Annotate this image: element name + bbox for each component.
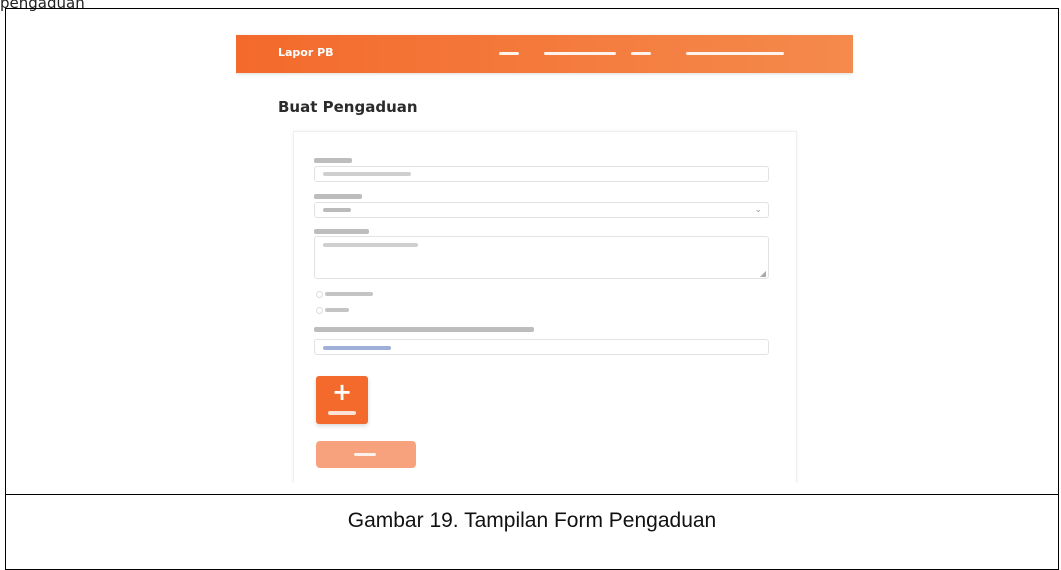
brand-logo[interactable]: Lapor PB <box>278 46 334 59</box>
chevron-down-icon: ⌄ <box>754 205 762 215</box>
navbar: Lapor PB <box>236 35 853 73</box>
app-screenshot: Lapor PB Buat Pengaduan ⌄ ◢ + <box>236 28 853 483</box>
description-label <box>314 229 369 234</box>
table-row-divider <box>6 494 1058 495</box>
description-placeholder <box>323 243 418 247</box>
submit-button[interactable] <box>316 441 416 468</box>
page-title: Buat Pengaduan <box>278 98 418 116</box>
nav-item-home[interactable] <box>499 50 521 56</box>
plus-icon: + <box>331 378 353 406</box>
nav-item-user-menu[interactable] <box>686 50 784 56</box>
description-textarea[interactable]: ◢ <box>314 236 769 279</box>
nav-item-profile[interactable] <box>631 50 653 56</box>
resize-grip-icon[interactable]: ◢ <box>760 269 766 278</box>
type-select[interactable]: ⌄ <box>314 202 769 218</box>
submit-label <box>354 453 376 456</box>
figure-caption: Gambar 19. Tampilan Form Pengaduan <box>347 509 717 532</box>
subject-label <box>314 158 352 163</box>
attachment-label <box>314 327 534 332</box>
add-file-label <box>328 411 356 415</box>
attachment-input[interactable] <box>314 339 769 355</box>
radio-button[interactable] <box>316 291 323 298</box>
radio-option-label <box>325 292 373 296</box>
subject-input[interactable] <box>314 166 769 182</box>
radio-button[interactable] <box>316 307 323 314</box>
complaint-form-card: ⌄ ◢ + <box>293 131 797 483</box>
add-file-button[interactable]: + <box>316 376 368 424</box>
radio-option-label <box>325 308 349 312</box>
document-table: Lapor PB Buat Pengaduan ⌄ ◢ + Gambar 19.… <box>5 8 1059 570</box>
nav-item-complaint-status[interactable] <box>544 50 616 56</box>
subject-placeholder <box>323 172 411 176</box>
attachment-value <box>323 346 391 350</box>
type-selected-value <box>323 208 351 212</box>
type-label <box>314 194 362 199</box>
